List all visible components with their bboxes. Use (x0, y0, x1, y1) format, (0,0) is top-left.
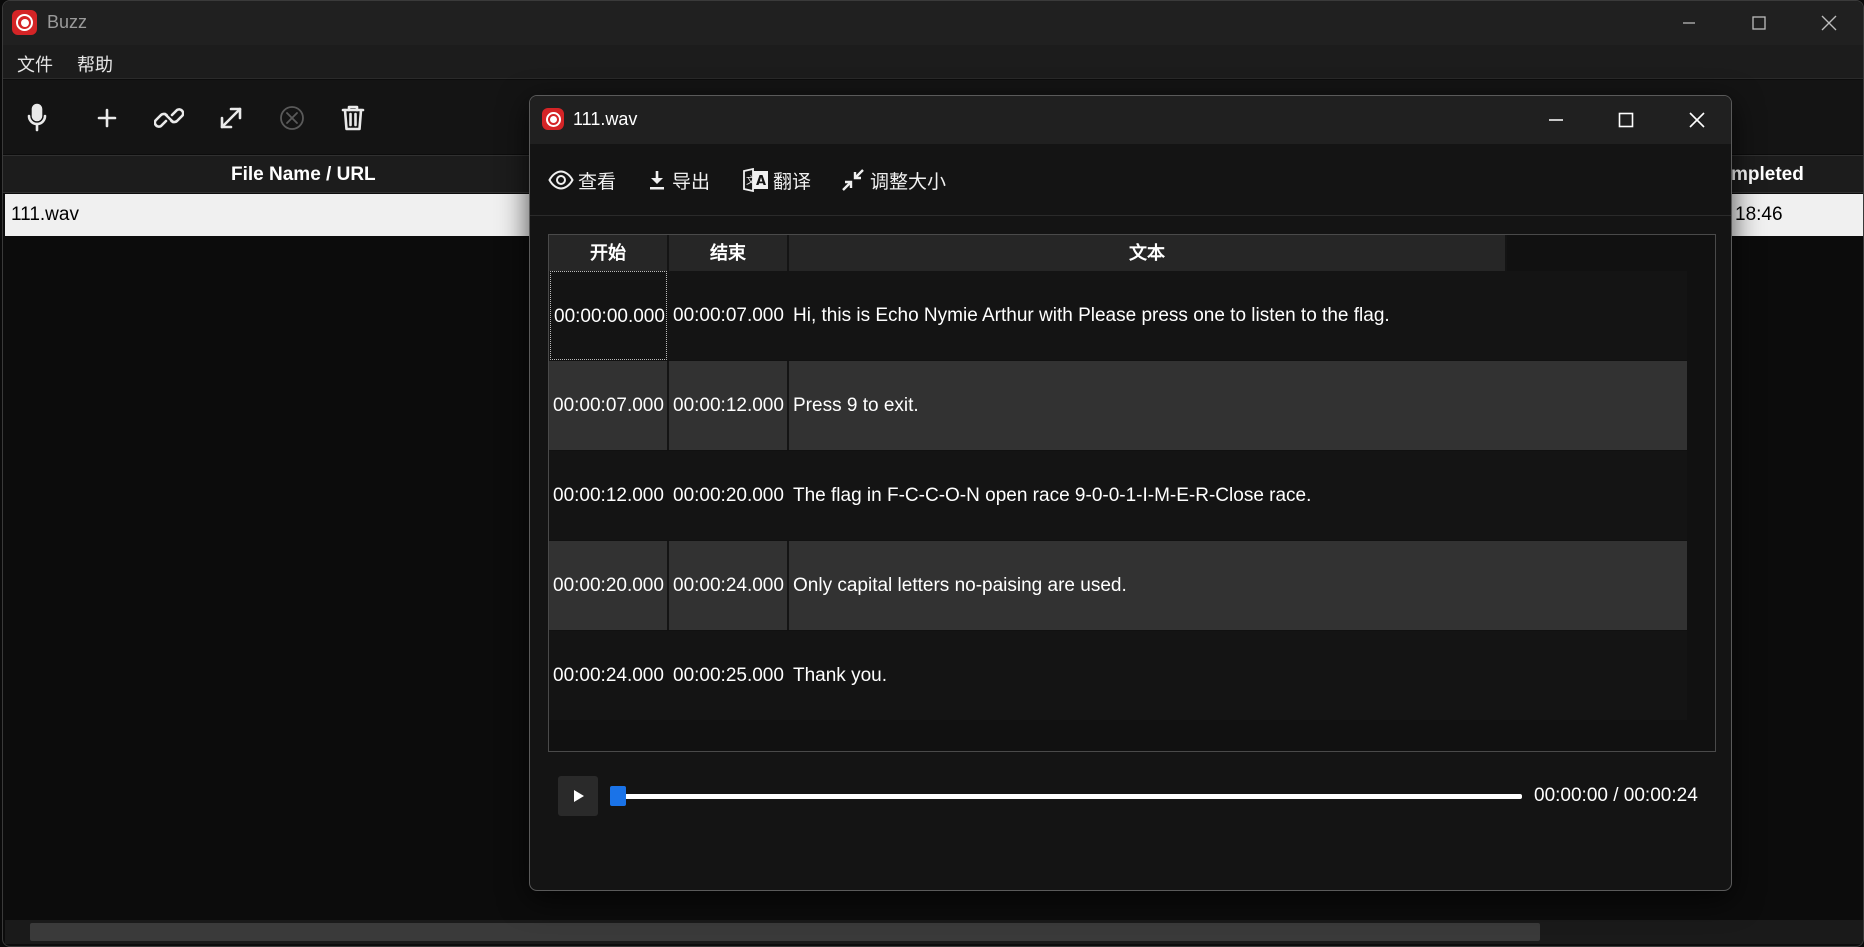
translate-button-label: 翻译 (773, 171, 812, 193)
column-file-name[interactable]: File Name / URL (231, 156, 376, 194)
add-file-button[interactable] (85, 96, 129, 140)
play-button[interactable] (558, 776, 598, 816)
text-cell[interactable]: Thank you. (793, 631, 887, 720)
seek-handle[interactable] (610, 786, 626, 806)
end-cell[interactable]: 00:00:20.000 (673, 451, 784, 540)
audio-player: 00:00:00 / 00:00:24 (558, 776, 1708, 820)
app-logo-icon (542, 108, 564, 130)
dialog-toolbar: 查看 导出 文 A 翻译 调整大小 (530, 144, 1731, 216)
cancel-button[interactable] (270, 96, 314, 140)
cancel-circle-icon (280, 106, 304, 130)
dialog-title: 111.wav (573, 109, 638, 129)
export-button[interactable]: 导出 (646, 164, 710, 196)
record-button[interactable] (15, 96, 59, 140)
view-button-label: 查看 (578, 171, 617, 193)
resize-button-label: 调整大小 (870, 171, 947, 193)
svg-text:文: 文 (746, 174, 756, 187)
app-logo-icon (12, 10, 37, 35)
resize-button[interactable]: 调整大小 (840, 164, 946, 196)
dialog-title-bar: 111.wav (530, 96, 1731, 144)
minimize-button[interactable] (1654, 1, 1724, 45)
transcription-viewer-dialog: 111.wav 查看 导出 文 A 翻译 调整大小 开始 结束 文本 00:00… (529, 95, 1732, 891)
segments-table: 开始 结束 文本 00:00:00.000 00:00:07.000 Hi, t… (548, 234, 1716, 752)
plus-icon (97, 108, 117, 128)
text-cell[interactable]: Hi, this is Echo Nymie Arthur with Pleas… (793, 271, 1390, 360)
shrink-icon (842, 169, 864, 191)
horizontal-scrollbar[interactable] (5, 920, 1863, 944)
close-icon (1821, 15, 1837, 31)
close-button[interactable] (1794, 1, 1863, 45)
maximize-button[interactable] (1724, 1, 1794, 45)
file-name-cell: 111.wav (11, 204, 79, 225)
minimize-icon (1549, 119, 1563, 121)
segment-row[interactable]: 00:00:00.000 00:00:07.000 Hi, this is Ec… (549, 271, 1687, 360)
menu-file[interactable]: 文件 (13, 51, 57, 77)
end-cell[interactable]: 00:00:24.000 (673, 541, 784, 630)
start-cell[interactable]: 00:00:07.000 (553, 361, 664, 450)
start-cell[interactable]: 00:00:00.000 (550, 271, 667, 360)
column-separator (787, 541, 789, 630)
column-separator (787, 631, 789, 720)
minimize-icon (1683, 22, 1695, 24)
menu-help[interactable]: 帮助 (73, 51, 117, 77)
export-button-label: 导出 (672, 171, 711, 193)
microphone-icon (27, 103, 47, 132)
column-separator (667, 631, 669, 720)
scrollbar-thumb[interactable] (30, 923, 1540, 941)
delete-button[interactable] (331, 96, 375, 140)
dialog-maximize-button[interactable] (1591, 96, 1661, 144)
translate-icon: 文 A (743, 168, 768, 192)
add-url-button[interactable] (147, 96, 191, 140)
column-separator (667, 451, 669, 540)
view-button[interactable]: 查看 (548, 164, 616, 196)
segment-row[interactable]: 00:00:24.000 00:00:25.000 Thank you. (549, 631, 1687, 720)
column-start[interactable]: 开始 (549, 235, 669, 271)
svg-text:A: A (756, 174, 766, 189)
column-completed[interactable]: mpleted (1731, 156, 1804, 194)
end-cell[interactable]: 00:00:25.000 (673, 631, 784, 720)
column-separator (667, 541, 669, 630)
text-cell[interactable]: Only capital letters no-paising are used… (793, 541, 1127, 630)
open-transcript-button[interactable] (209, 96, 253, 140)
expand-icon (220, 107, 242, 129)
column-end[interactable]: 结束 (669, 235, 789, 271)
end-cell[interactable]: 00:00:07.000 (673, 271, 784, 360)
end-cell[interactable]: 00:00:12.000 (673, 361, 784, 450)
column-separator (667, 361, 669, 450)
close-icon (1689, 112, 1705, 128)
playback-time: 00:00:00 / 00:00:24 (1534, 785, 1698, 806)
segment-row[interactable]: 00:00:07.000 00:00:12.000 Press 9 to exi… (549, 361, 1687, 450)
eye-icon (548, 170, 574, 190)
start-cell[interactable]: 00:00:24.000 (553, 631, 664, 720)
column-separator (787, 361, 789, 450)
text-cell[interactable]: Press 9 to exit. (793, 361, 919, 450)
column-separator (787, 451, 789, 540)
menu-bar: 文件 帮助 (3, 45, 1863, 79)
completed-cell: 18:46 (1735, 204, 1783, 225)
window-title: Buzz (47, 12, 88, 32)
dialog-minimize-button[interactable] (1521, 96, 1591, 144)
start-cell[interactable]: 00:00:12.000 (553, 451, 664, 540)
seek-bar[interactable] (612, 794, 1522, 799)
translate-button[interactable]: 文 A 翻译 (743, 164, 811, 196)
link-icon (154, 108, 184, 128)
start-cell[interactable]: 00:00:20.000 (553, 541, 664, 630)
column-separator (667, 271, 669, 360)
segment-row[interactable]: 00:00:20.000 00:00:24.000 Only capital l… (549, 541, 1687, 630)
column-separator (787, 271, 789, 360)
trash-icon (341, 105, 365, 131)
title-bar: Buzz (3, 1, 1863, 45)
download-icon (650, 171, 664, 190)
segment-row[interactable]: 00:00:12.000 00:00:20.000 The flag in F-… (549, 451, 1687, 540)
maximize-icon (1752, 16, 1766, 30)
play-icon (574, 790, 584, 802)
dialog-close-button[interactable] (1662, 96, 1731, 144)
text-cell[interactable]: The flag in F-C-C-O-N open race 9-0-0-1-… (793, 451, 1311, 540)
column-text[interactable]: 文本 (789, 235, 1507, 271)
maximize-icon (1618, 112, 1634, 128)
